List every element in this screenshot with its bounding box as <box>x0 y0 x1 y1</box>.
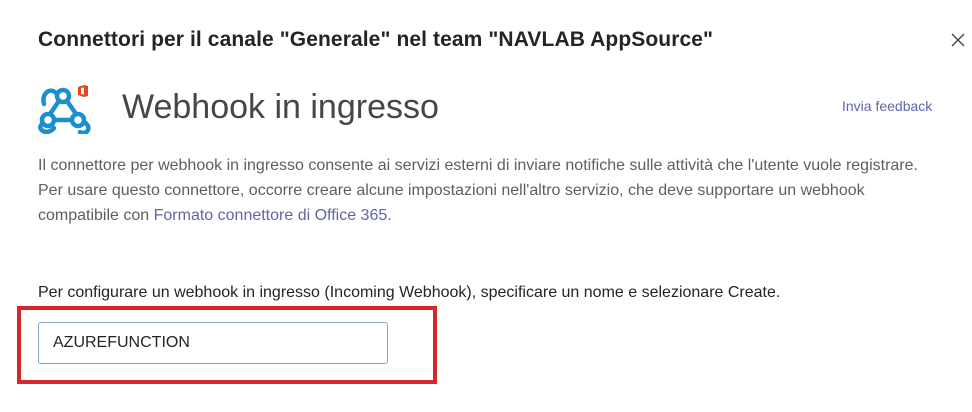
webhook-icon <box>36 82 92 136</box>
close-button[interactable] <box>944 26 972 54</box>
setup-instructions: Per configurare un webhook in ingresso (… <box>38 284 781 301</box>
connector-description: Il connettore per webhook in ingresso co… <box>38 153 938 228</box>
close-icon <box>951 33 965 47</box>
description-end: . <box>387 207 392 224</box>
webhook-name-input[interactable] <box>38 322 388 364</box>
dialog-title: Connettori per il canale "Generale" nel … <box>38 28 714 51</box>
feedback-link[interactable]: Invia feedback <box>842 98 932 114</box>
office365-format-link[interactable]: Formato connettore di Office 365 <box>154 207 388 224</box>
connector-name: Webhook in ingresso <box>122 88 439 126</box>
